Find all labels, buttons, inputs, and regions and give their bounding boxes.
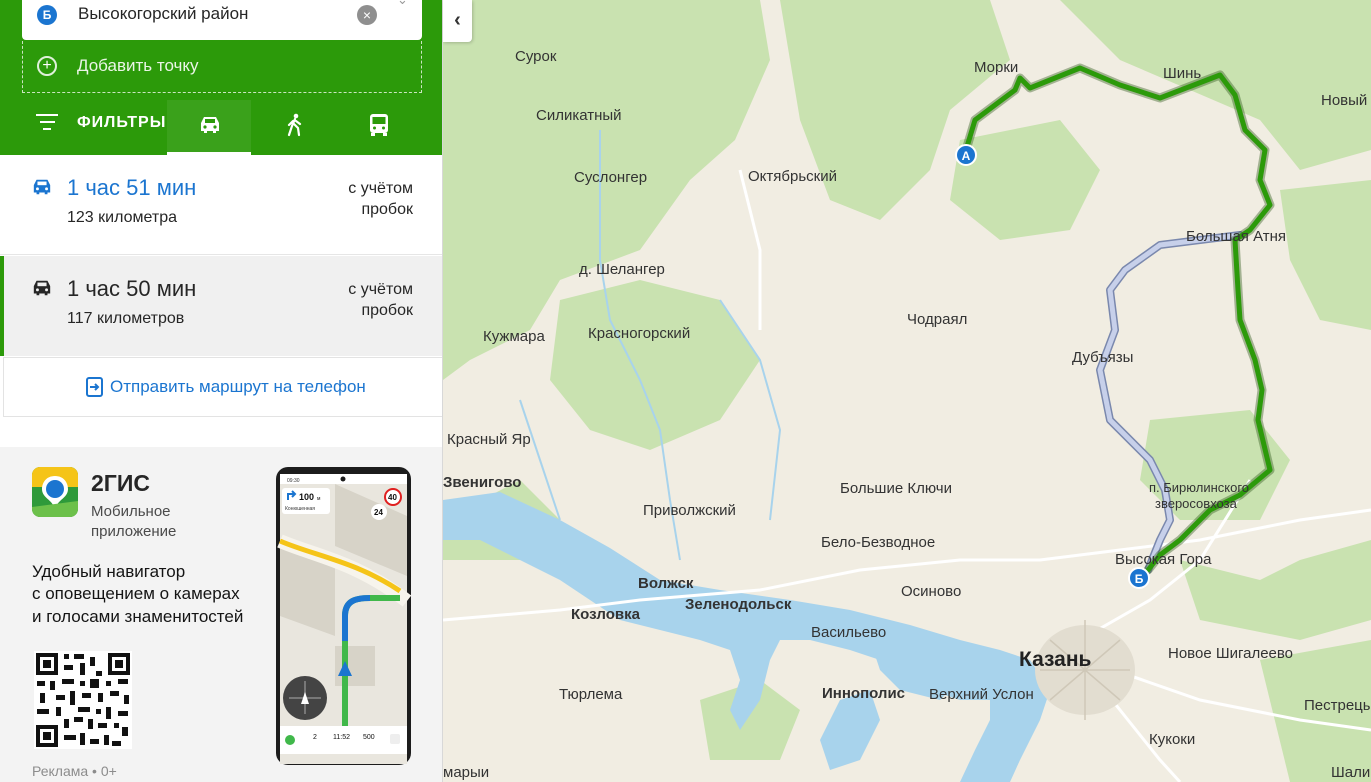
phone-stat-3: 500 bbox=[363, 734, 375, 741]
map-label-biryulinsky-1: п. Бирюлинского bbox=[1149, 480, 1249, 495]
phone-stat-1: 2 bbox=[313, 734, 317, 741]
send-to-phone-icon bbox=[86, 377, 103, 397]
map-label-kuzhmara: Кужмара bbox=[483, 328, 545, 345]
traffic-note: с учётом пробок bbox=[313, 178, 413, 220]
map-label-mariy: марыи bbox=[443, 764, 489, 781]
marker-a[interactable]: А bbox=[955, 144, 977, 166]
map[interactable]: А Б Сурок Морки Шинь Новый Силикатный Су… bbox=[443, 0, 1371, 782]
map-label-biryulinsky-2: зверосовхоза bbox=[1155, 496, 1238, 511]
map-label-silikatny: Силикатный bbox=[536, 107, 622, 124]
map-label-kazan: Казань bbox=[1019, 648, 1092, 671]
mode-transit-tab[interactable] bbox=[337, 100, 421, 155]
phone-current-speed: 24 bbox=[374, 508, 383, 517]
phone-mockup: 09:30 100 м Конюшенная 40 24 2 11:52 500 bbox=[276, 467, 412, 765]
map-label-bolshie-klyuchi: Большие Ключи bbox=[840, 480, 952, 497]
ad-headline-line2: с оповещением о камерах bbox=[32, 584, 240, 603]
route-panel: Б Высокогорский район × ⌄ + Добавить точ… bbox=[0, 0, 443, 782]
map-label-belo-bezvodnoe: Бело-Безводное bbox=[821, 534, 935, 551]
map-label-dubyazy: Дубъязы bbox=[1072, 349, 1133, 366]
map-label-osinovo: Осиново bbox=[901, 583, 961, 600]
plus-circle-icon: + bbox=[37, 56, 57, 76]
ad-label: Реклама • 0+ bbox=[32, 763, 117, 779]
add-point-label: Добавить точку bbox=[77, 56, 199, 75]
map-label-verkhniy-uslon: Верхний Услон bbox=[929, 686, 1034, 703]
phone-distance: 100 bbox=[299, 492, 314, 502]
walk-icon bbox=[287, 113, 302, 137]
phone-clock: 09:30 bbox=[287, 478, 300, 484]
traffic-note-line1: с учётом bbox=[348, 180, 413, 197]
point-b-value[interactable]: Высокогорский район bbox=[78, 4, 248, 24]
collapse-panel-button[interactable]: ‹ bbox=[443, 0, 472, 42]
ad-subtitle-line2: приложение bbox=[91, 523, 177, 540]
map-label-tyurlema: Тюрлема bbox=[559, 686, 623, 703]
qr-code[interactable] bbox=[34, 651, 132, 749]
filters-button[interactable]: ФИЛЬТРЫ bbox=[77, 114, 166, 132]
2gis-logo bbox=[32, 467, 78, 517]
phone-stat-2: 11:52 bbox=[333, 734, 350, 741]
map-label-pestretsy: Пестрецы bbox=[1304, 697, 1371, 714]
traffic-note: с учётом пробок bbox=[313, 279, 413, 321]
filters-bar: ФИЛЬТРЫ bbox=[0, 100, 442, 155]
route-option-1[interactable]: 1 час 51 мин 123 километра с учётом проб… bbox=[0, 155, 442, 255]
chevron-left-icon: ‹ bbox=[454, 9, 461, 31]
route-time: 1 час 51 мин bbox=[67, 175, 197, 200]
map-label-bolshaya-atnya: Большая Атня bbox=[1186, 228, 1286, 245]
filter-icon[interactable] bbox=[36, 114, 58, 134]
mode-car-tab[interactable] bbox=[167, 100, 251, 155]
map-label-suslonger: Суслонгер bbox=[574, 169, 647, 186]
mode-walk-tab[interactable] bbox=[252, 100, 336, 155]
clear-icon[interactable]: × bbox=[357, 5, 377, 25]
route-option-2[interactable]: 1 час 50 мин 117 километров с учётом про… bbox=[0, 256, 442, 356]
map-label-shali: Шали bbox=[1331, 764, 1370, 781]
phone-distance-unit: м bbox=[317, 496, 321, 502]
traffic-note-line1: с учётом bbox=[348, 281, 413, 298]
map-label-innopolis: Иннополис bbox=[822, 685, 905, 702]
phone-street: Конюшенная bbox=[285, 506, 315, 512]
map-label-kozlovka: Козловка bbox=[571, 606, 641, 623]
map-label-vasilevo: Васильево bbox=[811, 624, 886, 641]
point-b-badge: Б bbox=[37, 5, 57, 25]
traffic-note-line2: пробок bbox=[361, 302, 413, 319]
map-label-morki: Морки bbox=[974, 59, 1018, 76]
map-label-surok: Сурок bbox=[515, 48, 557, 65]
send-to-phone-button[interactable]: Отправить маршрут на телефон bbox=[3, 357, 442, 417]
car-icon bbox=[201, 117, 219, 133]
phone-speed-limit: 40 bbox=[388, 493, 397, 502]
ad-brand: 2ГИС bbox=[91, 470, 150, 496]
marker-b-label: Б bbox=[1135, 572, 1144, 586]
route-time: 1 час 50 мин bbox=[67, 276, 197, 301]
marker-b[interactable]: Б bbox=[1128, 567, 1150, 589]
map-label-shin: Шинь bbox=[1163, 65, 1201, 82]
add-point-button[interactable]: + Добавить точку bbox=[22, 41, 422, 93]
map-label-vysokaya-gora: Высокая Гора bbox=[1115, 551, 1212, 568]
bus-icon bbox=[370, 114, 388, 136]
route-distance: 123 километра bbox=[67, 209, 177, 226]
route-header: Б Высокогорский район × ⌄ + Добавить точ… bbox=[0, 0, 442, 155]
point-b-field[interactable]: Б Высокогорский район × ⌄ bbox=[22, 0, 422, 40]
map-label-kukoki: Кукоки bbox=[1149, 731, 1195, 748]
map-label-volzhsk: Волжск bbox=[638, 575, 694, 592]
map-label-zelenodolsk: Зеленодольск bbox=[685, 596, 792, 613]
ad-headline-line1: Удобный навигатор bbox=[32, 562, 186, 581]
car-icon bbox=[33, 280, 51, 296]
map-label-chodrayal: Чодраял bbox=[907, 311, 967, 328]
map-label-novoe-shigaleevo: Новое Шигалеево bbox=[1168, 645, 1293, 662]
route-distance: 117 километров bbox=[67, 310, 185, 327]
map-label-krasnogorsky: Красногорский bbox=[588, 325, 690, 342]
swap-icon[interactable]: ⌄ bbox=[397, 0, 408, 8]
map-label-privolzhsky: Приволжский bbox=[643, 502, 736, 519]
car-icon bbox=[33, 179, 51, 195]
ad-subtitle-line1: Мобильное bbox=[91, 503, 171, 520]
traffic-note-line2: пробок bbox=[361, 201, 413, 218]
map-label-zvenigovo: Звенигово bbox=[443, 474, 521, 491]
marker-a-label: А bbox=[962, 149, 971, 163]
map-label-noviy: Новый bbox=[1321, 92, 1367, 109]
ad-banner[interactable]: 2ГИС Мобильное приложение Удобный навига… bbox=[0, 447, 442, 782]
map-label-krasny-yar: Красный Яр bbox=[447, 431, 531, 448]
map-label-shelanger: д. Шелангер bbox=[579, 261, 665, 278]
send-to-phone-label: Отправить маршрут на телефон bbox=[110, 377, 366, 396]
map-label-oktyabrsky: Октябрьский bbox=[748, 168, 837, 185]
ad-headline-line3: и голосами знаменитостей bbox=[32, 607, 244, 626]
